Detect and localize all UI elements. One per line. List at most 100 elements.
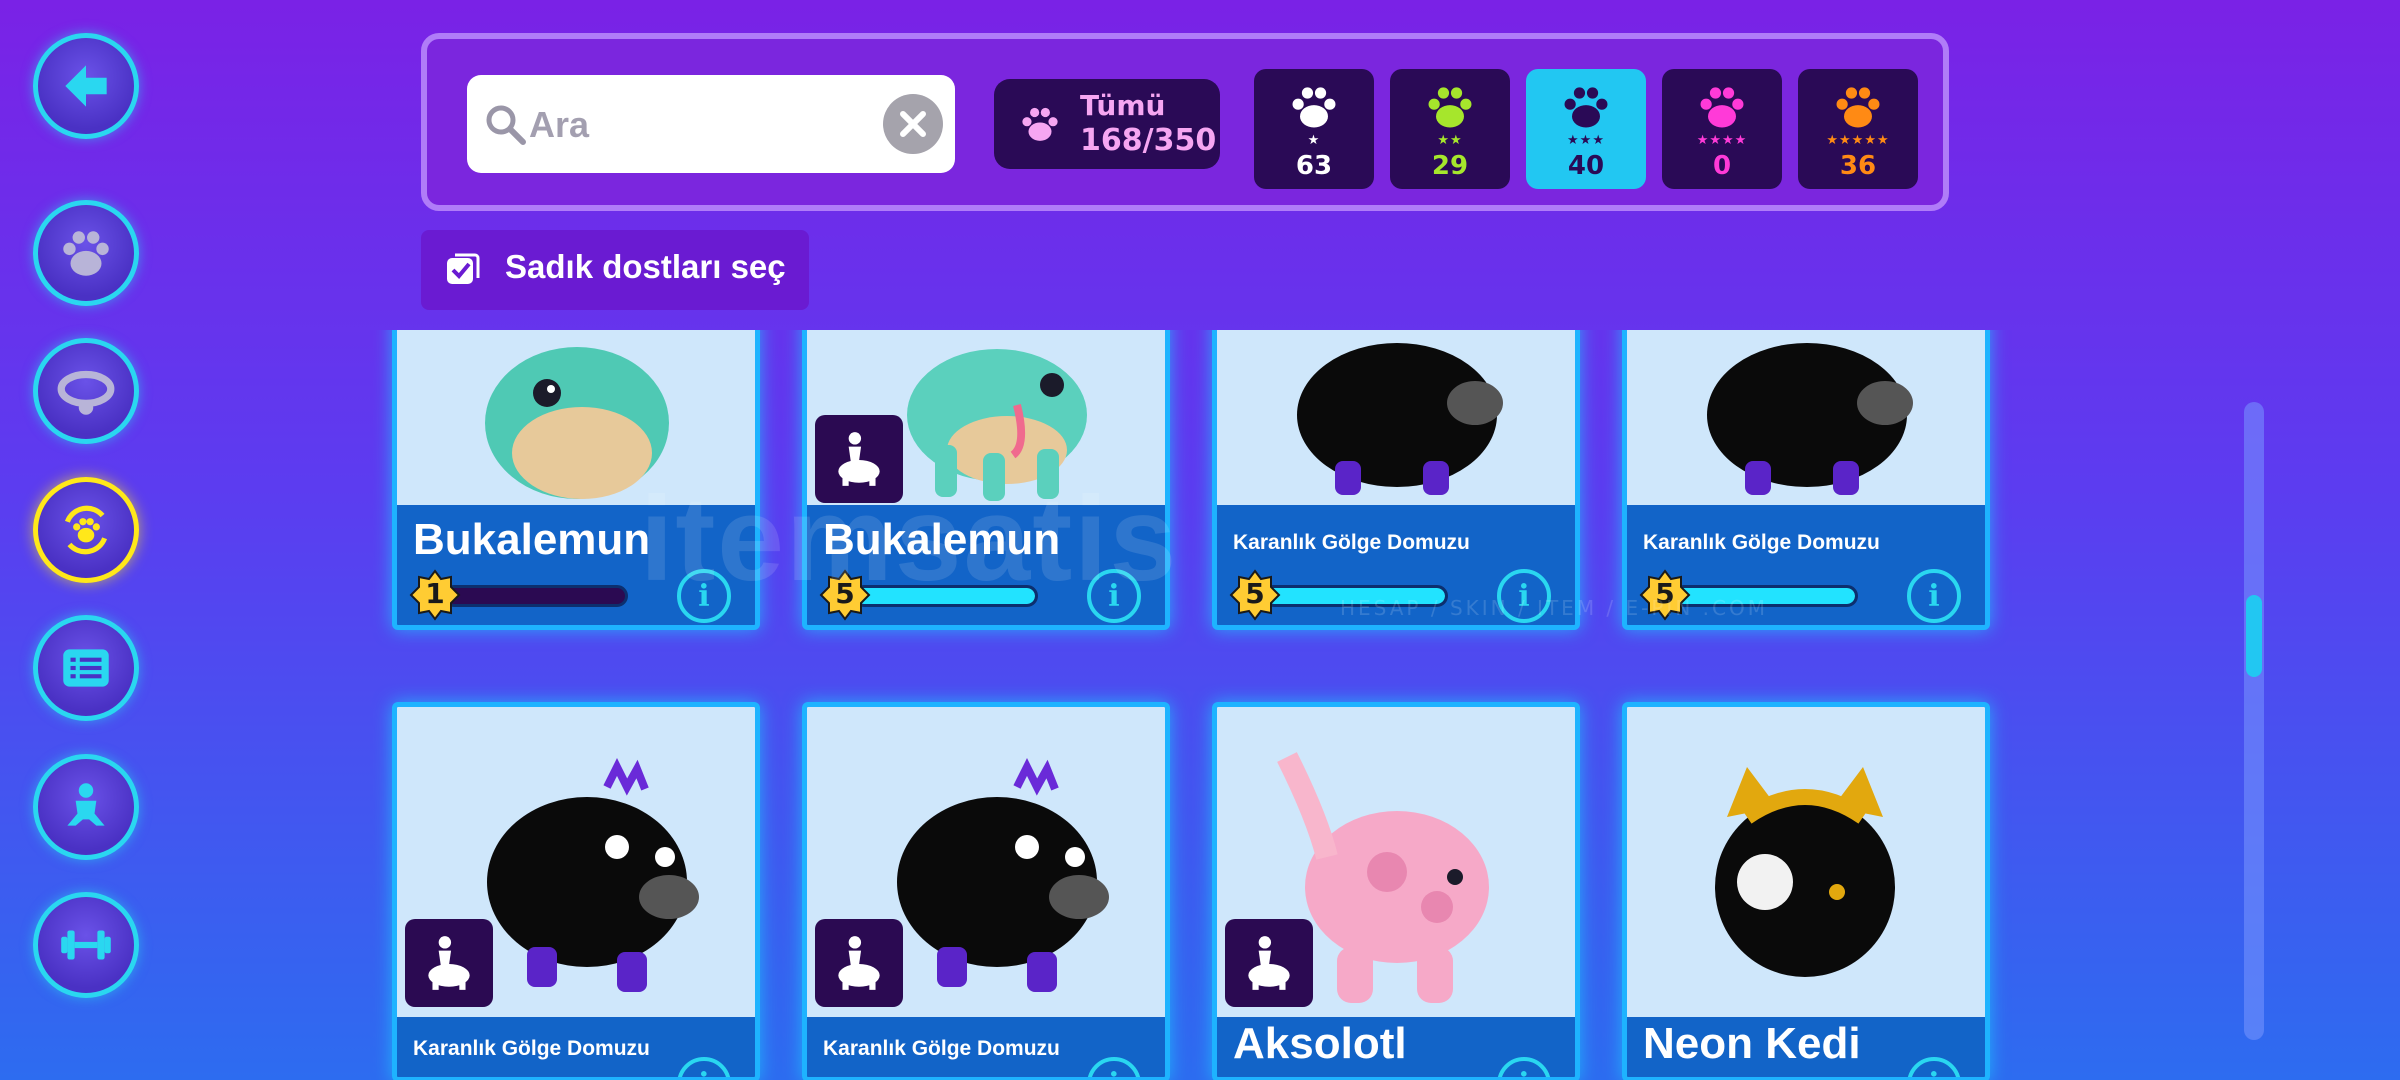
rarity-count: 0 (1712, 151, 1732, 181)
pet-card[interactable]: Karanlık Gölge Domuzu i (802, 702, 1170, 1080)
paw-icon (1836, 87, 1880, 128)
nav-rider-button[interactable] (33, 754, 139, 860)
level-badge: 5 (819, 569, 871, 621)
pet-card[interactable]: Karanlık Gölge Domuzu i (392, 702, 760, 1080)
info-icon: i (698, 1067, 709, 1078)
pet-card[interactable]: Karanlık Gölge Domuzu 5 i (1622, 330, 1990, 630)
level-value: 1 (425, 577, 445, 610)
level-badge: 5 (1229, 569, 1281, 621)
xp-bar (1673, 585, 1858, 607)
rarity-stars: ★★★★★ (1826, 133, 1890, 148)
pet-card[interactable]: Neon Kedi i (1622, 702, 1990, 1080)
rarity-count: 29 (1431, 151, 1469, 181)
back-button[interactable] (33, 33, 139, 139)
level-value: 5 (1245, 577, 1265, 610)
info-icon: i (1928, 1067, 1939, 1078)
info-icon: i (1108, 1067, 1119, 1078)
nav-evolve-button[interactable] (33, 477, 139, 583)
search-icon (486, 105, 526, 145)
back-arrow-icon (65, 65, 107, 107)
rider-icon (428, 936, 470, 990)
rarity-filter-3[interactable]: ★★★ 40 (1526, 69, 1646, 189)
pet-card[interactable]: Karanlık Gölge Domuzu 5 i (1212, 330, 1580, 630)
info-icon: i (1518, 1067, 1529, 1078)
info-button[interactable]: i (1087, 1057, 1141, 1078)
info-button[interactable]: i (1087, 569, 1141, 623)
nav-list-button[interactable] (33, 615, 139, 721)
paw-icon (1428, 87, 1472, 128)
pet-name: Aksolotl (1233, 1019, 1407, 1068)
dumbbell-icon (61, 930, 111, 960)
pet-name: Karanlık Gölge Domuzu (1643, 531, 1880, 554)
info-icon: i (1518, 578, 1530, 614)
info-button[interactable]: i (1907, 569, 1961, 623)
info-button[interactable]: i (1497, 569, 1551, 623)
pet-name: Karanlık Gölge Domuzu (413, 1037, 650, 1060)
collar-icon (57, 370, 115, 415)
rideable-badge (815, 919, 903, 1007)
list-icon (63, 649, 109, 687)
checkbox-icon (447, 253, 480, 284)
rarity-count: 36 (1839, 151, 1877, 181)
pet-image (1707, 343, 1913, 495)
nav-collar-button[interactable] (33, 338, 139, 444)
paw-icon (1700, 87, 1744, 128)
pet-image (1297, 343, 1503, 495)
paw-cycle-icon (64, 505, 108, 555)
level-badge: 5 (1639, 569, 1691, 621)
close-icon (900, 111, 926, 137)
info-button[interactable]: i (677, 1057, 731, 1078)
rarity-stars: ★★ (1437, 133, 1463, 148)
rarity-count: 40 (1567, 151, 1605, 181)
xp-bar (853, 585, 1038, 607)
search-input[interactable] (527, 91, 871, 159)
nav-pets-button[interactable] (33, 200, 139, 306)
info-button[interactable]: i (1907, 1057, 1961, 1078)
xp-bar (1263, 585, 1448, 607)
paw-icon (63, 231, 109, 276)
xp-bar (443, 585, 628, 607)
rarity-filter-5[interactable]: ★★★★★ 36 (1798, 69, 1918, 189)
clear-search-button[interactable] (883, 94, 943, 154)
select-loyal-pets-button[interactable]: Sadık dostları seç (421, 230, 809, 310)
rarity-stars: ★★★★ (1696, 133, 1748, 148)
paw-icon (1022, 107, 1058, 141)
pet-card[interactable]: Bukalemun 5 i (802, 330, 1170, 630)
rarity-filter-4[interactable]: ★★★★ 0 (1662, 69, 1782, 189)
rarity-stars: ★★★ (1567, 133, 1605, 148)
filter-all-count: 168/350 (1080, 123, 1217, 158)
pet-image (485, 347, 669, 499)
rideable-badge (815, 415, 903, 503)
rideable-badge (405, 919, 493, 1007)
rideable-badge (1225, 919, 1313, 1007)
select-loyal-pets-label: Sadık dostları seç (505, 248, 786, 285)
nav-training-button[interactable] (33, 892, 139, 998)
rider-icon (838, 432, 880, 486)
filter-all-label: Tümü (1080, 89, 1166, 122)
pet-name: Bukalemun (413, 515, 651, 564)
rider-icon (838, 936, 880, 990)
rarity-filter-1[interactable]: ★ 63 (1254, 69, 1374, 189)
level-value: 5 (1655, 577, 1675, 610)
rarity-filter-2[interactable]: ★★ 29 (1390, 69, 1510, 189)
info-button[interactable]: i (1497, 1057, 1551, 1078)
paw-icon (1292, 87, 1336, 128)
info-icon: i (1108, 578, 1120, 614)
rider-icon (67, 783, 105, 826)
search-box[interactable] (467, 75, 955, 173)
rider-icon (1248, 936, 1290, 990)
level-value: 5 (835, 577, 855, 610)
pet-grid: Bukalemun 1 i Bukalemun 5 i Karanlık Göl… (370, 330, 2050, 1080)
filter-all-button[interactable]: Tümü 168/350 (994, 79, 1220, 169)
level-badge: 1 (409, 569, 461, 621)
pet-card[interactable]: Aksolotl i (1212, 702, 1580, 1080)
pet-name: Neon Kedi (1643, 1019, 1861, 1068)
scrollbar-track[interactable] (2244, 402, 2264, 1040)
rarity-count: 63 (1295, 151, 1333, 181)
info-button[interactable]: i (677, 569, 731, 623)
pet-name: Bukalemun (823, 515, 1061, 564)
pet-name: Karanlık Gölge Domuzu (1233, 531, 1470, 554)
scrollbar-thumb[interactable] (2246, 595, 2262, 677)
pet-card[interactable]: Bukalemun 1 i (392, 330, 760, 630)
info-icon: i (1928, 578, 1940, 614)
